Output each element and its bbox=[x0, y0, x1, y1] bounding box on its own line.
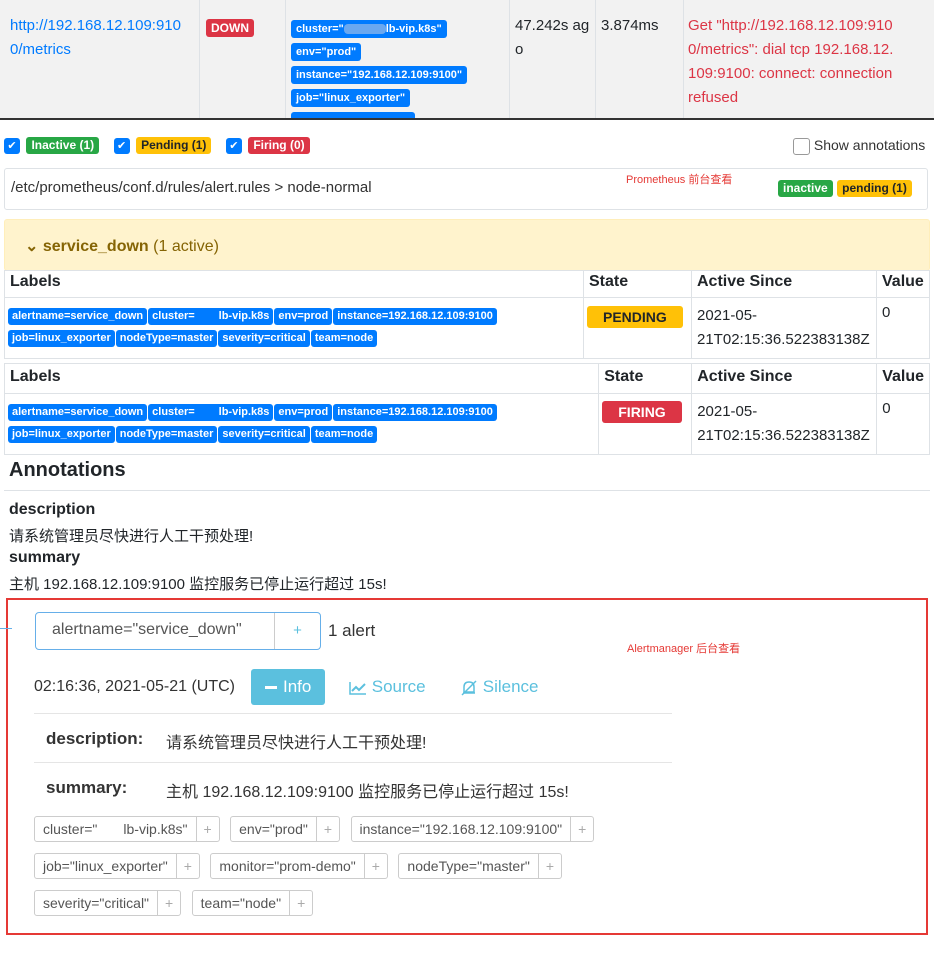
chevron-down-icon: ⌄ bbox=[25, 238, 39, 255]
label-tag-cluster[interactable]: cluster=" lb-vip.k8s" + bbox=[34, 816, 220, 842]
alert-rule-header[interactable]: ⌄ service_down (1 active) bbox=[4, 219, 930, 271]
endpoint-cell: http://192.168.12.109:910 0/metrics bbox=[0, 0, 200, 118]
pending-alerts-table: Labels State Active Since Value alertnam… bbox=[4, 270, 930, 359]
duration-cell: 3.874ms bbox=[596, 0, 684, 118]
filter-matcher[interactable]: alertname="service_down" bbox=[52, 621, 242, 639]
rule-group-path: /etc/prometheus/conf.d/rules/alert.rules… bbox=[11, 179, 372, 196]
rule-group-header[interactable]: /etc/prometheus/conf.d/rules/alert.rules… bbox=[4, 168, 928, 210]
filter-add-button[interactable]: + bbox=[274, 613, 320, 649]
firing-filter-label[interactable]: Firing (0) bbox=[248, 137, 310, 155]
am-description-value: 请系统管理员尽快进行人工干预处理! bbox=[166, 735, 427, 752]
labels-cell: cluster=" lb-vip.k8s" env="prod" instance… bbox=[286, 0, 510, 118]
annotation-summary-value: 主机 192.168.12.109:9100 监控服务已停止运行超过 15s! bbox=[9, 576, 387, 593]
label-tag-env[interactable]: env="prod" + bbox=[230, 816, 341, 842]
endpoint-link[interactable]: http://192.168.12.109:910 0/metrics bbox=[10, 14, 199, 62]
show-annotations-checkbox[interactable] bbox=[793, 137, 810, 155]
am-label-tags: cluster=" lb-vip.k8s" + env="prod" + instan… bbox=[34, 816, 674, 916]
alert-timestamp: 02:16:36, 2021-05-21 (UTC) bbox=[34, 678, 235, 695]
label-tag-nodetype[interactable]: nodeType="master" + bbox=[398, 853, 563, 879]
am-description-key: description: bbox=[46, 729, 144, 748]
label-tag-severity[interactable]: severity="critical" + bbox=[34, 890, 182, 916]
table-row: alertname=service_down cluster= lb-vip.k8s… bbox=[4, 297, 930, 359]
prometheus-note: Prometheus 前台查看 bbox=[626, 174, 733, 186]
col-state: State bbox=[583, 270, 692, 298]
label-tag-instance[interactable]: instance="192.168.12.109:9100" + bbox=[350, 816, 595, 842]
label-cluster: cluster=" lb-vip.k8s" bbox=[291, 20, 447, 38]
group-state-badges: inactive pending (1) bbox=[778, 180, 912, 198]
state-badge: DOWN bbox=[206, 19, 254, 37]
show-annotations-toggle[interactable]: Show annotations bbox=[793, 137, 925, 155]
label-job: job="linux_exporter" bbox=[291, 89, 411, 107]
labels-cell: alertname=service_down cluster= lb-vip.k8s… bbox=[4, 297, 584, 359]
alert-count: 1 alert bbox=[328, 621, 376, 640]
state-filters: ✔ Inactive (1) ✔ Pending (1) ✔ Firing (0… bbox=[4, 137, 310, 155]
annotation-summary-key: summary bbox=[9, 549, 81, 566]
label-instance: instance="192.168.12.109:9100" bbox=[291, 66, 468, 84]
group-inactive-badge: inactive bbox=[778, 180, 833, 198]
target-row: http://192.168.12.109:910 0/metrics DOWN… bbox=[0, 0, 934, 120]
source-button[interactable]: Source bbox=[349, 677, 426, 697]
inactive-filter-label[interactable]: Inactive (1) bbox=[26, 137, 100, 155]
inactive-checkbox[interactable]: ✔ bbox=[4, 137, 20, 154]
label-tag-job[interactable]: job="linux_exporter" + bbox=[34, 853, 200, 879]
label-env: env="prod" bbox=[291, 43, 362, 61]
state-firing-badge: FIRING bbox=[602, 401, 682, 423]
last-scrape-cell: 47.242s ag o bbox=[510, 0, 596, 118]
col-active-since: Active Since bbox=[691, 270, 877, 298]
chart-line-icon bbox=[349, 681, 366, 695]
firing-alerts-table: Labels State Active Since Value alertnam… bbox=[3, 363, 930, 455]
alertmanager-note: Alertmanager 后台查看 bbox=[627, 643, 741, 655]
minus-icon bbox=[265, 686, 277, 690]
label-overflow bbox=[291, 112, 415, 118]
filter-input[interactable]: alertname="service_down" + bbox=[35, 612, 321, 650]
group-pending-badge: pending (1) bbox=[837, 180, 912, 198]
state-pending-badge: PENDING bbox=[587, 306, 683, 328]
col-labels: Labels bbox=[4, 270, 584, 298]
labels-cell: alertname=service_down cluster= lb-vip.k8s… bbox=[3, 393, 600, 455]
col-value: Value bbox=[876, 270, 930, 298]
alert-rule-count: (1 active) bbox=[153, 238, 219, 255]
firing-checkbox[interactable]: ✔ bbox=[225, 137, 242, 154]
alert-rule-name: service_down bbox=[42, 238, 149, 255]
annotation-description-key: description bbox=[9, 501, 96, 518]
error-cell: Get "http://192.168.12.109:910 0/metrics… bbox=[684, 0, 934, 118]
state-cell: DOWN bbox=[200, 0, 286, 118]
annotations-heading: Annotations bbox=[9, 459, 126, 481]
am-summary-key: summary: bbox=[46, 778, 128, 797]
label-tag-team[interactable]: team="node" + bbox=[191, 890, 314, 916]
bell-slash-icon bbox=[461, 679, 477, 696]
pending-filter-label[interactable]: Pending (1) bbox=[136, 137, 212, 155]
pending-checkbox[interactable]: ✔ bbox=[113, 137, 130, 154]
table-row: alertname=service_down cluster= lb-vip.k8s… bbox=[3, 393, 930, 455]
silence-button[interactable]: Silence bbox=[460, 677, 539, 697]
info-button[interactable]: Info bbox=[251, 669, 326, 705]
label-tag-monitor[interactable]: monitor="prom-demo" + bbox=[210, 853, 388, 879]
annotation-description-value: 请系统管理员尽快进行人工干预处理! bbox=[9, 528, 254, 545]
am-summary-value: 主机 192.168.12.109:9100 监控服务已停止运行超过 15s! bbox=[166, 784, 569, 801]
error-message: Get "http://192.168.12.109:910 0/metrics… bbox=[688, 17, 894, 106]
